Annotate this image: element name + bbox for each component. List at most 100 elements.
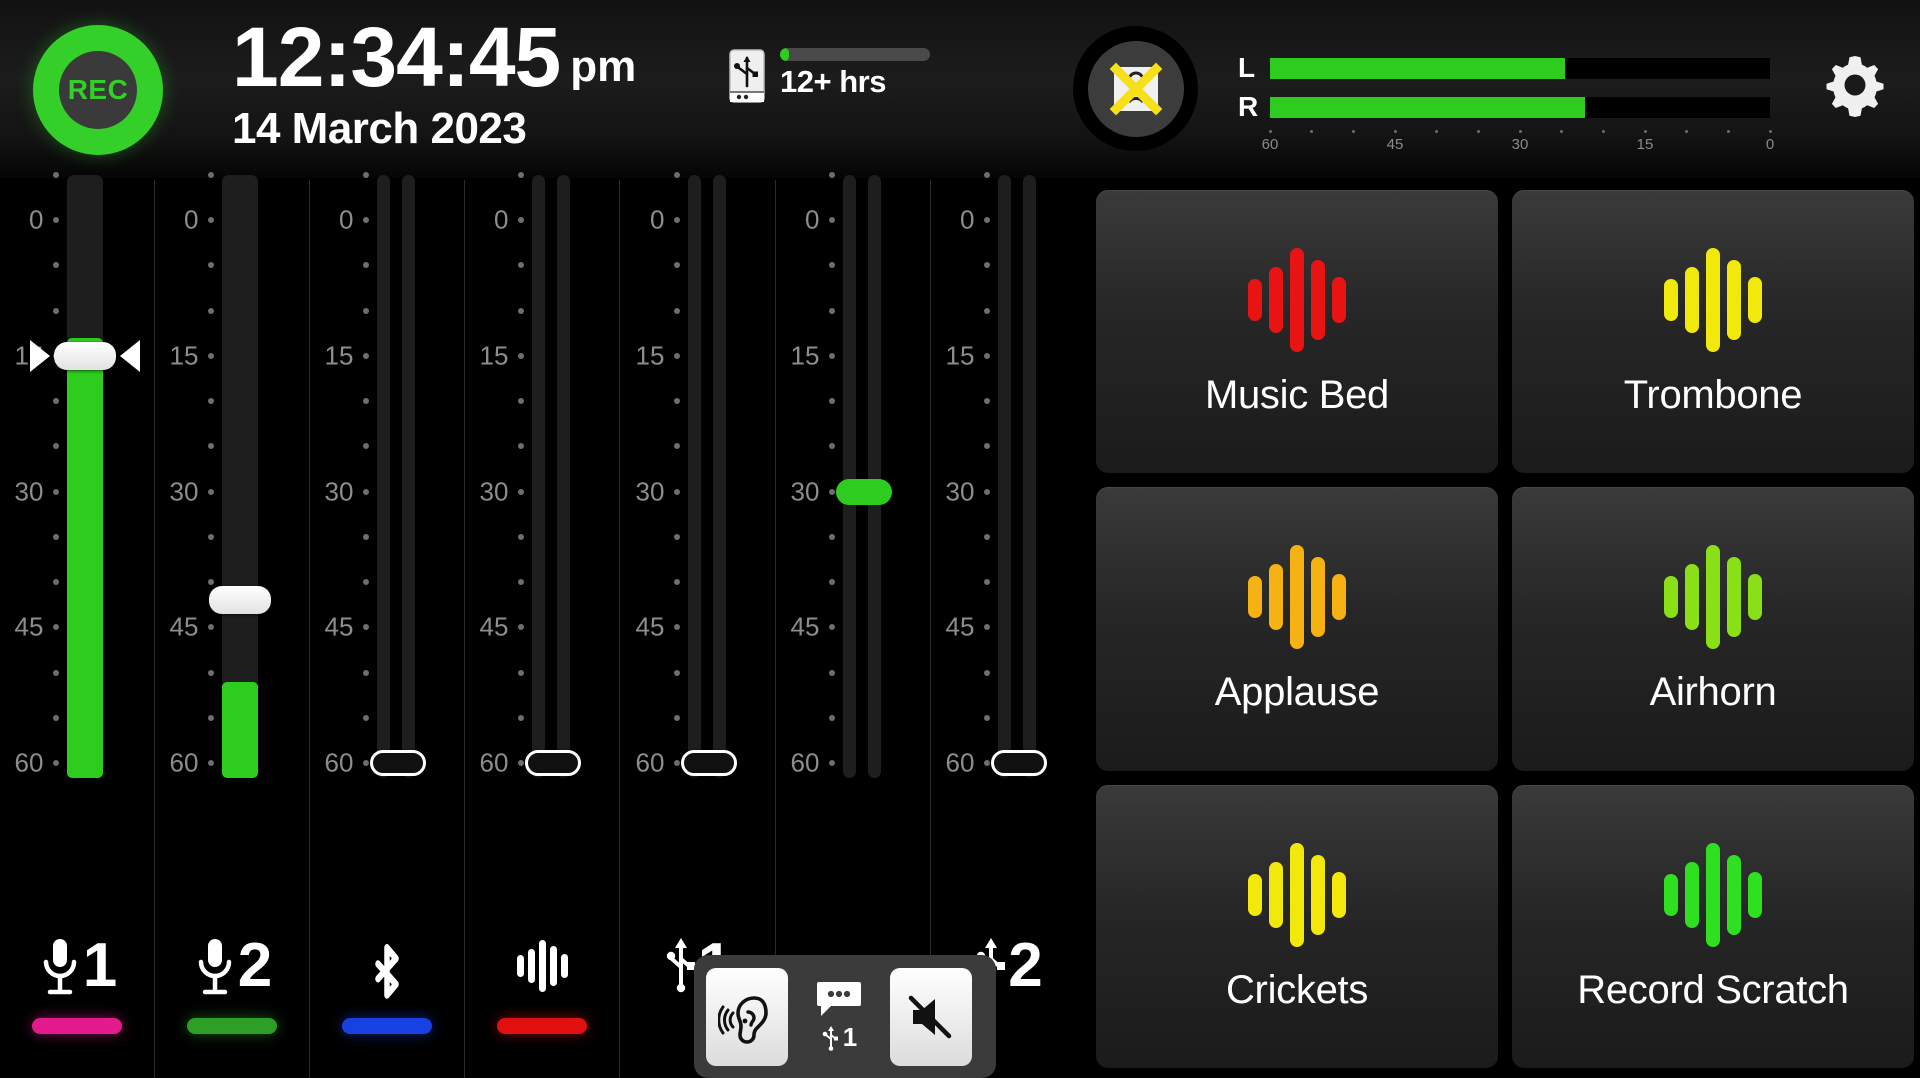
- channel-number: 1: [83, 935, 117, 997]
- fader-scale-tick: [984, 353, 990, 359]
- microphone-icon: [37, 935, 83, 997]
- fader-scale-tick: [208, 579, 214, 585]
- mixer-channel-strip[interactable]: 0153045602: [155, 180, 310, 1078]
- fader-scale-tick: [518, 670, 524, 676]
- fader-scale-tick: [984, 534, 990, 540]
- fader-scale-tick: [984, 624, 990, 630]
- fader-scale-tick: [518, 398, 524, 404]
- mixer-channel-strip[interactable]: 015304560: [310, 180, 465, 1078]
- fader-scale-tick: [208, 489, 214, 495]
- sound-pad[interactable]: Crickets: [1096, 785, 1498, 1068]
- fader-scale-tick: [984, 760, 990, 766]
- fader-scale-tick: [674, 308, 680, 314]
- fader-scale-tick: [363, 670, 369, 676]
- fader-scale-label: 0: [650, 205, 664, 236]
- pad-waveform-icon: [1664, 542, 1762, 652]
- fader-handle[interactable]: [991, 750, 1047, 776]
- meter-scale-tick: [1435, 130, 1438, 133]
- mixer-channel-strip[interactable]: 015304560: [776, 180, 931, 1078]
- fader-track[interactable]: [1023, 175, 1036, 778]
- pad-waveform-icon: [1248, 245, 1346, 355]
- record-label: REC: [68, 74, 129, 106]
- talkback-button[interactable]: 1: [798, 968, 880, 1066]
- fader-scale-tick: [518, 579, 524, 585]
- fader-track[interactable]: [557, 175, 570, 778]
- fader-scale-tick: [984, 398, 990, 404]
- channel-footer: [465, 918, 619, 1078]
- fader-scale-label: 45: [15, 612, 44, 643]
- fader-scale-label: 60: [480, 748, 509, 779]
- fader-handle[interactable]: [54, 342, 116, 370]
- mixer-channel-strip[interactable]: 015304560: [465, 180, 620, 1078]
- sound-pad[interactable]: Applause: [1096, 487, 1498, 770]
- fader-handle[interactable]: [209, 586, 271, 614]
- fader-handle[interactable]: [370, 750, 426, 776]
- fader-scale-label: 45: [791, 612, 820, 643]
- fader-track[interactable]: [532, 175, 545, 778]
- fader-scale-label: 45: [325, 612, 354, 643]
- storage-meter: 12+ hrs: [780, 48, 930, 100]
- fader-handle[interactable]: [681, 750, 737, 776]
- fader-track[interactable]: [868, 175, 881, 778]
- fader-scale-tick: [53, 262, 59, 268]
- fader-scale-tick: [518, 715, 524, 721]
- mute-button[interactable]: [890, 968, 972, 1066]
- settings-button[interactable]: [1822, 52, 1888, 118]
- fader-track[interactable]: [688, 175, 701, 778]
- storage-bar-fill: [780, 48, 789, 61]
- fader-scale-tick: [518, 353, 524, 359]
- meter-fill-l: [1270, 58, 1565, 79]
- cast-disabled-button[interactable]: [1073, 26, 1198, 151]
- mixer-channel-strip[interactable]: 0153045601: [621, 180, 776, 1078]
- channel-number: 2: [238, 935, 272, 997]
- fader-scale-label: 15: [325, 340, 354, 371]
- fader-scale-tick: [829, 398, 835, 404]
- meter-scale-tick: [1269, 130, 1272, 133]
- channel-footer: 2: [155, 918, 309, 1078]
- fader-track[interactable]: [377, 175, 390, 778]
- sound-pad[interactable]: Record Scratch: [1512, 785, 1914, 1068]
- listen-button[interactable]: [706, 968, 788, 1066]
- fader-scale-label: 45: [946, 612, 975, 643]
- fader-track[interactable]: [998, 175, 1011, 778]
- fader-scale-tick: [53, 670, 59, 676]
- channel-color-bar: [187, 1018, 277, 1034]
- fader-scale-tick: [363, 262, 369, 268]
- ear-listen-icon: [718, 988, 776, 1046]
- current-date: 14 March 2023: [232, 104, 636, 154]
- fader-scale-tick: [674, 262, 680, 268]
- fader-scale-label: 0: [805, 205, 819, 236]
- fader-scale-tick: [518, 760, 524, 766]
- fader-scale-tick: [674, 760, 680, 766]
- mixer-channel-strip[interactable]: 0153045602: [931, 180, 1086, 1078]
- fader-handle[interactable]: [836, 479, 892, 505]
- fader-scale-tick: [208, 443, 214, 449]
- fader-track[interactable]: [402, 175, 415, 778]
- fader-scale-tick: [829, 534, 835, 540]
- mixer-channel-strip[interactable]: 0153045601: [0, 180, 155, 1078]
- sound-pad[interactable]: Trombone: [1512, 190, 1914, 473]
- fader-track[interactable]: [713, 175, 726, 778]
- pad-label: Record Scratch: [1577, 968, 1848, 1013]
- pad-label: Music Bed: [1205, 373, 1389, 418]
- fader-scale-tick: [984, 579, 990, 585]
- fader-track[interactable]: [843, 175, 856, 778]
- fader-scale-label: 0: [339, 205, 353, 236]
- sound-pad[interactable]: Airhorn: [1512, 487, 1914, 770]
- fader-scale-tick: [53, 624, 59, 630]
- fader-scale-tick: [984, 262, 990, 268]
- storage-status[interactable]: 12+ hrs: [728, 48, 930, 104]
- fader-scale-tick: [363, 489, 369, 495]
- meter-label-l: L: [1238, 52, 1270, 84]
- sound-pad[interactable]: Music Bed: [1096, 190, 1498, 473]
- pad-waveform-icon: [1664, 840, 1762, 950]
- cast-disabled-icon: [1105, 58, 1167, 120]
- record-button[interactable]: REC: [33, 25, 163, 155]
- fader-scale-tick: [208, 624, 214, 630]
- fader-scale-tick: [674, 670, 680, 676]
- fader-scale-tick: [829, 353, 835, 359]
- meter-scale-tick: [1477, 130, 1480, 133]
- meter-scale-tick: [1519, 130, 1522, 133]
- fader-handle[interactable]: [525, 750, 581, 776]
- meter-label-r: R: [1238, 91, 1270, 123]
